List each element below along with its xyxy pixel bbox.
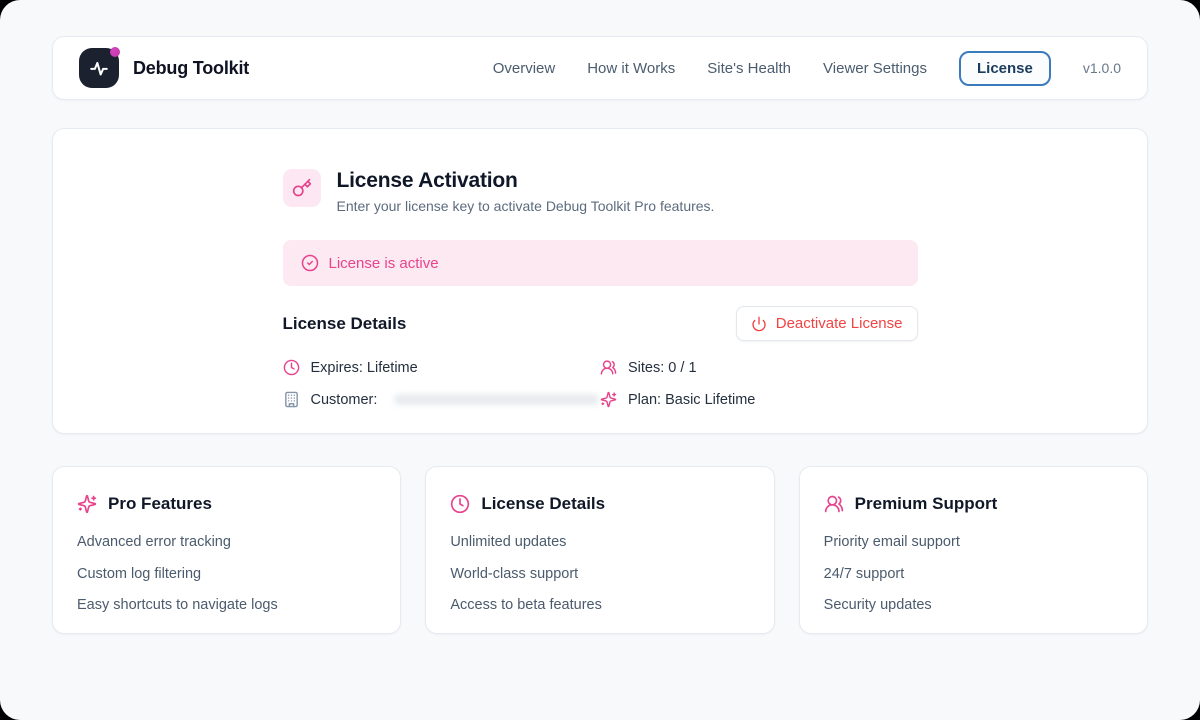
list-item: Easy shortcuts to navigate logs	[77, 597, 376, 613]
license-activation-titles: License Activation Enter your license ke…	[337, 169, 715, 214]
detail-sites: Sites: 0 / 1	[600, 359, 918, 376]
feature-cards: Pro Features Advanced error tracking Cus…	[52, 466, 1148, 634]
main-nav: Overview How it Works Site's Health View…	[493, 51, 1121, 86]
detail-expires-text: Expires: Lifetime	[311, 360, 418, 376]
nav-item-how-it-works[interactable]: How it Works	[587, 60, 675, 77]
nav-item-viewer-settings[interactable]: Viewer Settings	[823, 60, 927, 77]
list-item: World-class support	[450, 566, 749, 582]
list-item: Access to beta features	[450, 597, 749, 613]
top-bar: Debug Toolkit Overview How it Works Site…	[52, 36, 1148, 100]
deactivate-license-button[interactable]: Deactivate License	[736, 306, 918, 341]
detail-expires: Expires: Lifetime	[283, 359, 601, 376]
app-logo	[79, 48, 119, 88]
power-icon	[751, 316, 767, 332]
list-item: Security updates	[824, 597, 1123, 613]
license-details-list: Unlimited updates World-class support Ac…	[450, 534, 749, 613]
license-activation-header: License Activation Enter your license ke…	[283, 169, 918, 214]
premium-support-card: Premium Support Priority email support 2…	[799, 466, 1148, 634]
detail-sites-text: Sites: 0 / 1	[628, 360, 697, 376]
sparkles-icon	[77, 494, 97, 514]
license-details-header: License Details Deactivate License	[283, 306, 918, 341]
license-activation-content: License Activation Enter your license ke…	[283, 129, 918, 408]
app-title: Debug Toolkit	[133, 58, 249, 79]
premium-support-title: Premium Support	[855, 494, 998, 514]
license-details-grid: Expires: Lifetime Sites: 0 / 1	[283, 359, 918, 408]
activity-pulse-icon	[88, 57, 110, 79]
pro-features-header: Pro Features	[77, 494, 376, 514]
license-details-card-header: License Details	[450, 494, 749, 514]
app-window: Debug Toolkit Overview How it Works Site…	[0, 0, 1200, 720]
deactivate-license-label: Deactivate License	[776, 315, 903, 332]
premium-support-list: Priority email support 24/7 support Secu…	[824, 534, 1123, 613]
list-item: Priority email support	[824, 534, 1123, 550]
license-details-card-title: License Details	[481, 494, 605, 514]
license-details-card: License Details Unlimited updates World-…	[425, 466, 774, 634]
license-details-heading: License Details	[283, 314, 407, 334]
detail-plan: Plan: Basic Lifetime	[600, 391, 918, 408]
license-activation-card: License Activation Enter your license ke…	[52, 128, 1148, 434]
detail-plan-text: Plan: Basic Lifetime	[628, 392, 755, 408]
pro-features-card: Pro Features Advanced error tracking Cus…	[52, 466, 401, 634]
nav-item-sites-health[interactable]: Site's Health	[707, 60, 791, 77]
brand: Debug Toolkit	[79, 48, 249, 88]
page-title: License Activation	[337, 169, 715, 193]
list-item: Advanced error tracking	[77, 534, 376, 550]
users-icon	[824, 494, 844, 514]
building-icon	[283, 391, 300, 408]
logo-notification-dot	[110, 47, 120, 57]
users-icon	[600, 359, 617, 376]
pro-features-title: Pro Features	[108, 494, 212, 514]
license-status-banner: License is active	[283, 240, 918, 286]
key-icon	[283, 169, 321, 207]
customer-redacted-value	[394, 394, 599, 405]
list-item: Custom log filtering	[77, 566, 376, 582]
pro-features-list: Advanced error tracking Custom log filte…	[77, 534, 376, 613]
page-subtitle: Enter your license key to activate Debug…	[337, 198, 715, 214]
sparkles-icon	[600, 391, 617, 408]
clock-icon	[283, 359, 300, 376]
detail-customer-text: Customer:	[311, 392, 378, 408]
premium-support-header: Premium Support	[824, 494, 1123, 514]
list-item: 24/7 support	[824, 566, 1123, 582]
detail-customer: Customer:	[283, 391, 601, 408]
license-status-text: License is active	[329, 255, 439, 272]
clock-icon	[450, 494, 470, 514]
nav-item-overview[interactable]: Overview	[493, 60, 556, 77]
version-label: v1.0.0	[1083, 60, 1121, 76]
circle-check-icon	[301, 254, 319, 272]
list-item: Unlimited updates	[450, 534, 749, 550]
nav-item-license-active[interactable]: License	[959, 51, 1051, 86]
